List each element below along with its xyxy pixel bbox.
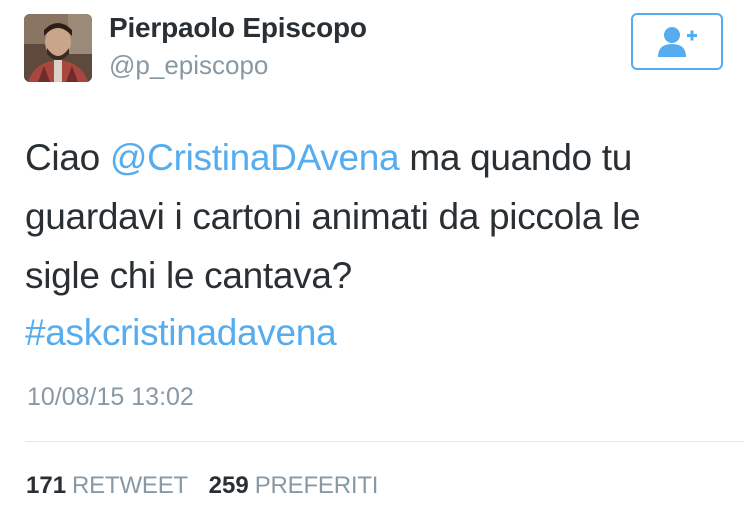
author-name[interactable]: Pierpaolo Episcopo xyxy=(109,12,367,44)
hashtag-link[interactable]: #askcristinadavena xyxy=(25,312,337,354)
avatar[interactable] xyxy=(24,14,92,82)
tweet-stats: 171 RETWEET 259 PREFERITI xyxy=(26,472,378,500)
mention-link[interactable]: @CristinaDAvena xyxy=(110,137,400,178)
avatar-photo xyxy=(24,14,92,82)
favorites-label: PREFERITI xyxy=(254,472,379,499)
author-handle[interactable]: @p_episcopo xyxy=(109,50,268,81)
favorites-stat[interactable]: 259 PREFERITI xyxy=(209,472,379,500)
tweet-timestamp: 10/08/15 13:02 xyxy=(27,383,194,411)
tweet-text-prefix: Ciao xyxy=(25,137,110,178)
tweet-line-2: guardavi i cartoni animati da piccola le xyxy=(25,196,641,237)
tweet-line-3: sigle chi le cantava? xyxy=(25,255,352,296)
retweets-count: 171 xyxy=(26,472,67,499)
follow-button[interactable] xyxy=(631,13,723,70)
retweets-label: RETWEET xyxy=(72,472,188,499)
favorites-count: 259 xyxy=(208,472,249,499)
tweet-line-1: Ciao @CristinaDAvena ma quando tu xyxy=(25,128,725,187)
tweet-text-suffix: ma quando tu xyxy=(399,137,633,178)
tweet-text: Ciao @CristinaDAvena ma quando tu guarda… xyxy=(25,128,725,305)
tweet-card: Pierpaolo Episcopo @p_episcopo Ciao @Cri… xyxy=(0,0,744,528)
add-user-icon xyxy=(658,26,697,57)
divider xyxy=(25,441,744,442)
retweets-stat[interactable]: 171 RETWEET xyxy=(26,472,188,500)
